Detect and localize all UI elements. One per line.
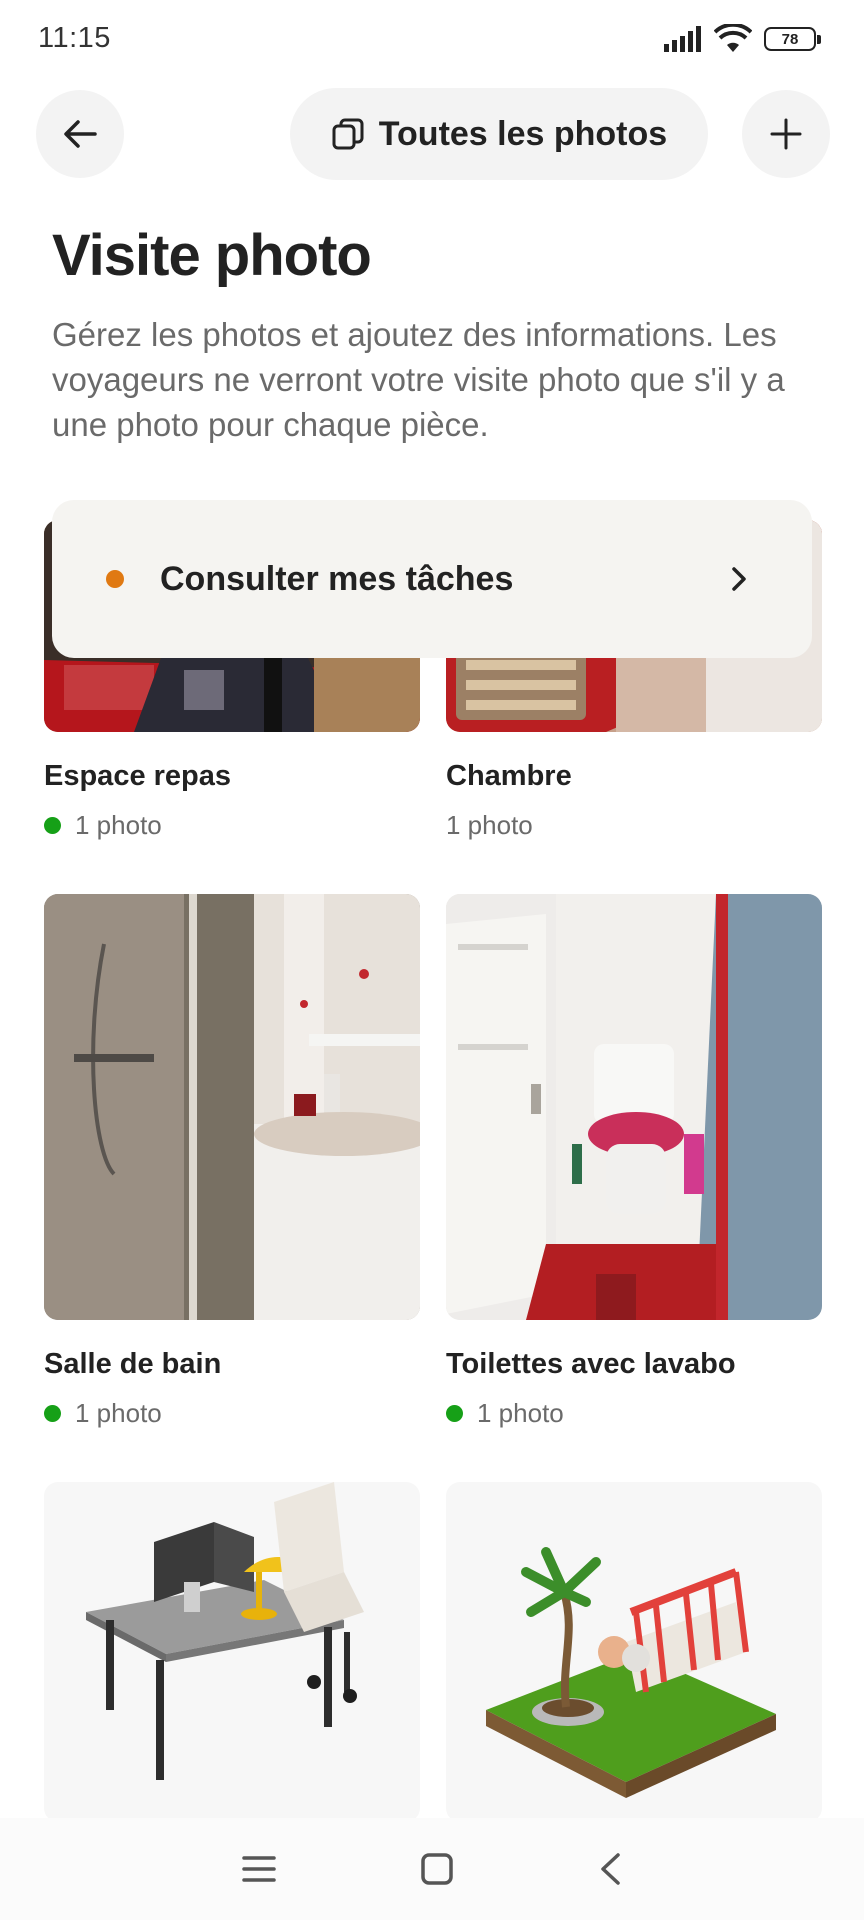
home-icon[interactable] [420, 1852, 454, 1886]
status-complete-dot [44, 817, 61, 834]
room-photo-count: 1 photo [446, 1398, 564, 1429]
tasks-label: Consulter mes tâches [160, 559, 514, 598]
status-complete-dot [446, 1405, 463, 1422]
room-title: Toilettes avec lavabo [446, 1348, 736, 1380]
room-photo-toilet[interactable] [446, 894, 822, 1320]
room-title: Salle de bain [44, 1348, 222, 1380]
room-photo-count: 1 photo [44, 810, 162, 841]
chevron-right-icon [732, 567, 746, 591]
menu-icon[interactable] [242, 1854, 276, 1884]
room-title: Chambre [446, 760, 572, 792]
room-photo-count: 1 photo [446, 810, 533, 841]
room-count-text: 1 photo [75, 810, 162, 840]
back-icon[interactable] [598, 1852, 622, 1886]
system-nav-bar [0, 1818, 864, 1920]
tasks-status-dot [106, 570, 124, 588]
room-count-text: 1 photo [75, 1398, 162, 1428]
tasks-banner[interactable]: Consulter mes tâches [52, 500, 812, 658]
room-photo-count: 1 photo [44, 1398, 162, 1429]
room-photo-garden[interactable] [446, 1482, 822, 1820]
room-count-text: 1 photo [477, 1398, 564, 1428]
status-complete-dot [44, 1405, 61, 1422]
room-count-text: 1 photo [446, 810, 533, 840]
room-grid: Espace repas 1 photo Chambre 1 photo Sal… [0, 0, 864, 1820]
room-title: Espace repas [44, 760, 232, 792]
room-photo-office[interactable] [44, 1482, 420, 1820]
room-photo-bathroom[interactable] [44, 894, 420, 1320]
